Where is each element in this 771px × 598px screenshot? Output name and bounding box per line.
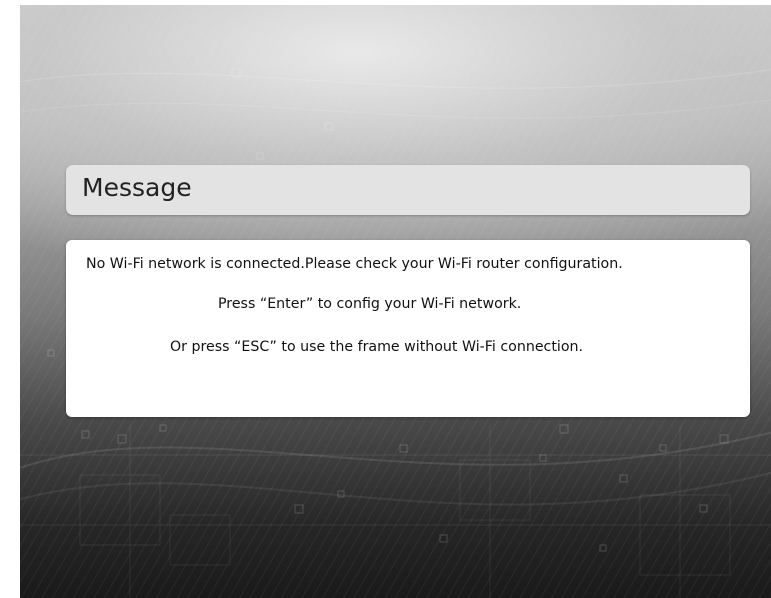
- dialog-title-bar: Message: [66, 165, 750, 215]
- dialog-title: Message: [82, 173, 192, 202]
- message-line-enter-hint: Press “Enter” to config your Wi-Fi netwo…: [218, 296, 522, 312]
- message-box: No Wi-Fi network is connected.Please che…: [66, 240, 750, 417]
- frame-screen: Message No Wi-Fi network is connected.Pl…: [20, 5, 771, 598]
- message-line-esc-hint: Or press “ESC” to use the frame without …: [170, 339, 584, 355]
- message-line-status: No Wi-Fi network is connected.Please che…: [86, 256, 623, 272]
